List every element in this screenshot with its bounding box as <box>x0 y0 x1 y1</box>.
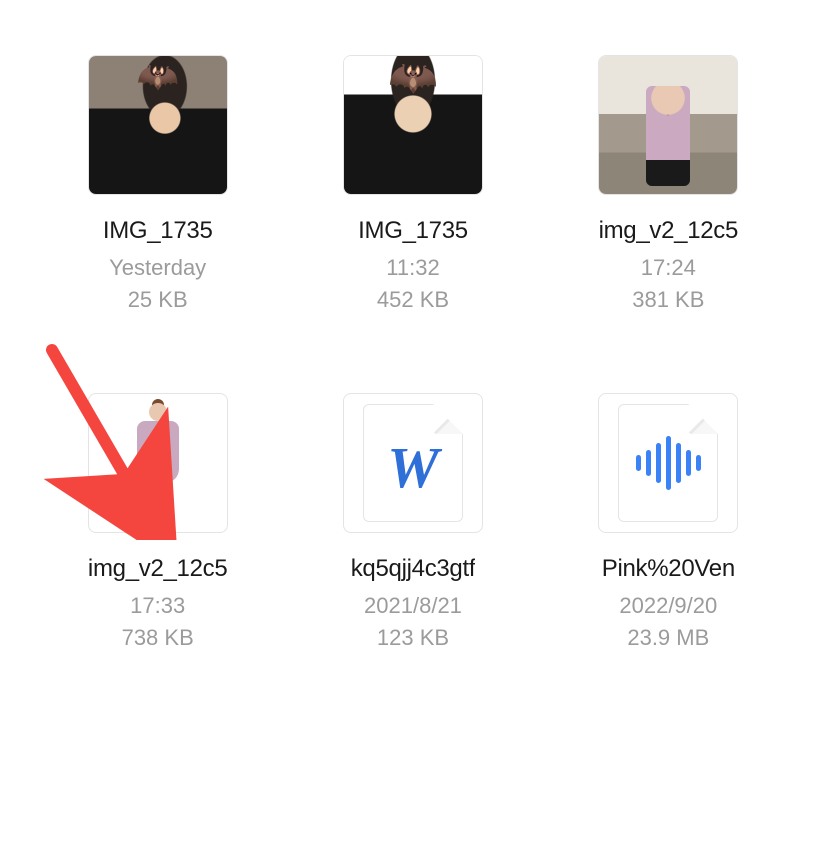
file-item[interactable]: 🦇 IMG_1735 11:32 452 KB <box>305 55 520 313</box>
file-name: Pink%20Ven <box>602 555 735 583</box>
image-thumbnail: 🦇 <box>344 56 482 194</box>
file-size: 123 KB <box>377 625 449 651</box>
file-size: 25 KB <box>128 287 188 313</box>
file-name: img_v2_12c5 <box>599 217 738 245</box>
file-item[interactable]: Pink%20Ven 2022/9/20 23.9 MB <box>561 393 776 651</box>
audio-file-icon <box>618 404 718 522</box>
file-size: 381 KB <box>632 287 704 313</box>
file-name: IMG_1735 <box>358 217 468 245</box>
file-thumbnail: 🦇 <box>88 55 228 195</box>
file-size: 738 KB <box>122 625 194 651</box>
file-grid: 🦇 IMG_1735 Yesterday 25 KB 🦇 IMG_1735 11… <box>0 0 826 691</box>
file-size: 452 KB <box>377 287 449 313</box>
file-name: kq5qjj4c3gtf <box>351 555 476 583</box>
bat-overlay-icon: 🦇 <box>388 58 438 98</box>
file-size: 23.9 MB <box>627 625 709 651</box>
bat-overlay-icon: 🦇 <box>136 60 178 94</box>
file-thumbnail: W <box>343 393 483 533</box>
file-item[interactable]: 🦇 IMG_1735 Yesterday 25 KB <box>50 55 265 313</box>
file-time: Yesterday <box>109 255 206 281</box>
file-thumbnail: 🦇 <box>343 55 483 195</box>
word-letter: W <box>387 434 439 501</box>
file-thumbnail <box>598 393 738 533</box>
word-document-icon: W <box>363 404 463 522</box>
file-name: IMG_1735 <box>103 217 213 245</box>
file-item[interactable]: W kq5qjj4c3gtf 2021/8/21 123 KB <box>305 393 520 651</box>
image-thumbnail <box>135 403 181 523</box>
file-time: 2021/8/21 <box>364 593 462 619</box>
file-time: 17:33 <box>130 593 185 619</box>
file-thumbnail <box>598 55 738 195</box>
file-time: 17:24 <box>641 255 696 281</box>
file-name: img_v2_12c5 <box>88 555 227 583</box>
audio-waveform-icon <box>636 436 701 490</box>
file-thumbnail <box>88 393 228 533</box>
file-time: 2022/9/20 <box>619 593 717 619</box>
file-time: 11:32 <box>386 255 439 281</box>
file-item[interactable]: img_v2_12c5 17:24 381 KB <box>561 55 776 313</box>
image-thumbnail <box>599 56 737 194</box>
image-thumbnail: 🦇 <box>89 56 227 194</box>
file-item[interactable]: img_v2_12c5 17:33 738 KB <box>50 393 265 651</box>
